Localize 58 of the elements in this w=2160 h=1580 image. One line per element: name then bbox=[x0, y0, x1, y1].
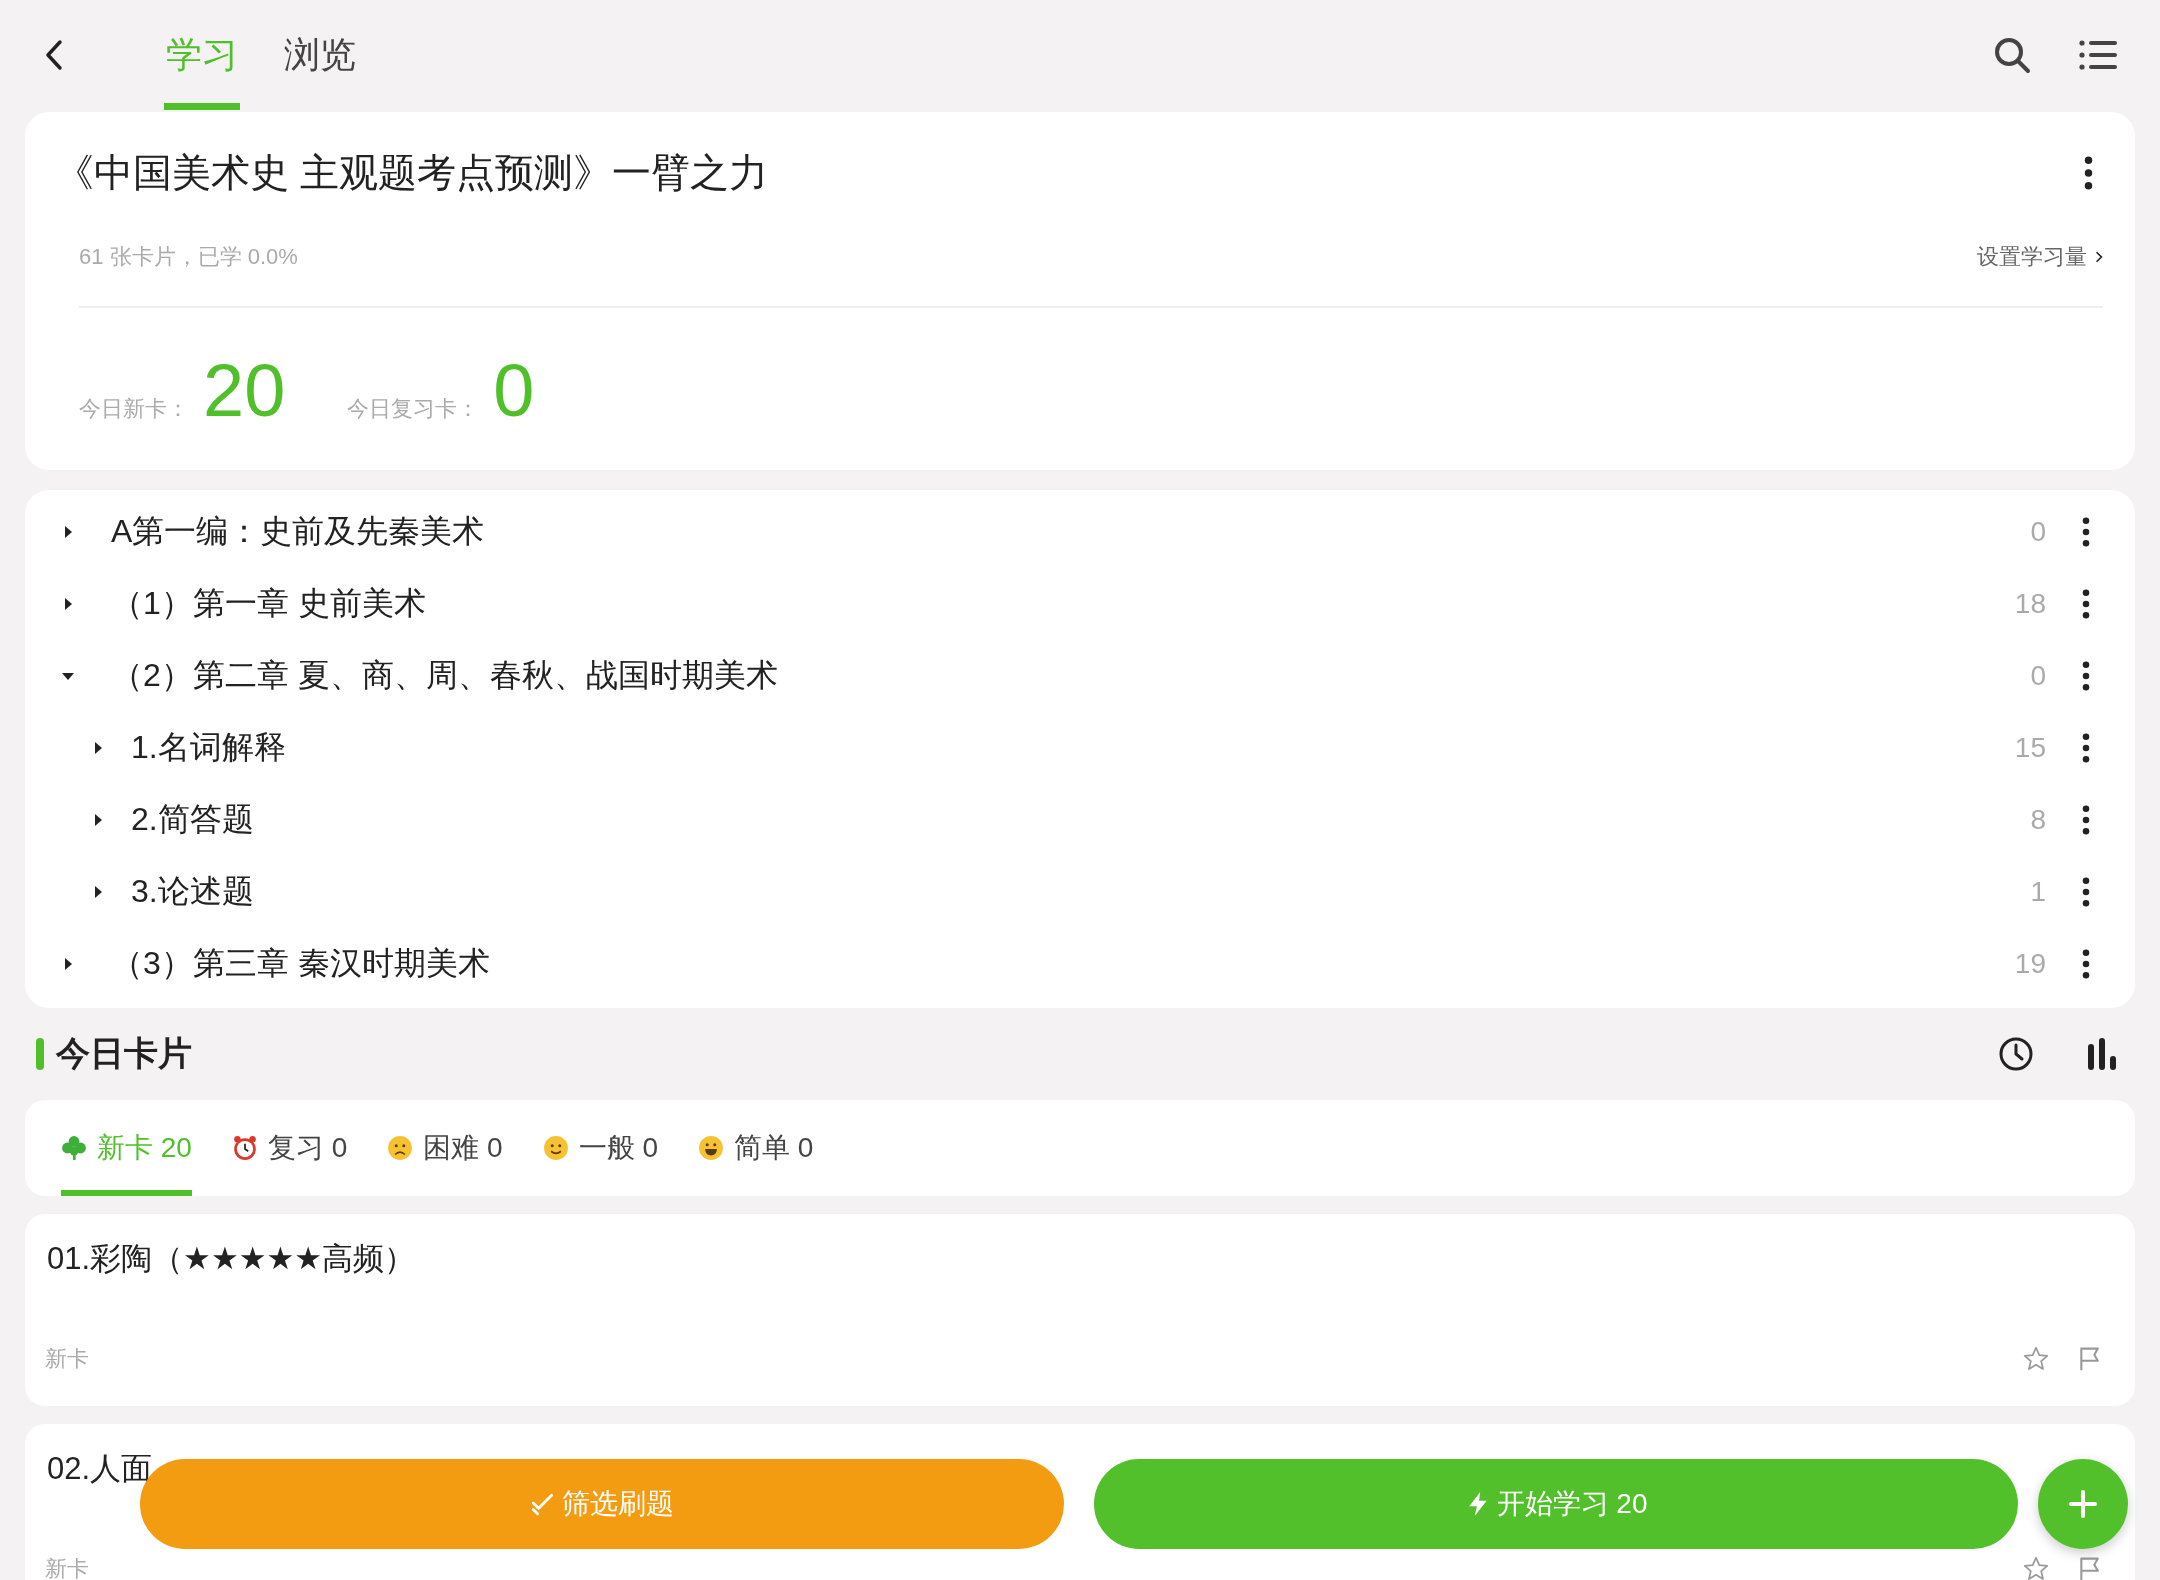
filter-tab[interactable]: 一般 0 bbox=[542, 1100, 658, 1196]
card-status: 新卡 bbox=[45, 1558, 89, 1580]
more-icon[interactable] bbox=[2082, 805, 2090, 835]
stat-label: 今日复习卡： bbox=[347, 395, 480, 423]
deck-summary: 61 张卡片，已学 0.0% bbox=[79, 243, 298, 271]
tree-item[interactable]: 1.名词解释 15 bbox=[25, 712, 2135, 784]
card-status: 新卡 bbox=[45, 1348, 89, 1370]
more-icon[interactable] bbox=[2082, 877, 2090, 907]
plus-icon bbox=[2068, 1489, 2098, 1519]
tree-item[interactable]: （3）第三章 秦汉时期美术 19 bbox=[25, 928, 2135, 1000]
tree-item[interactable]: （2）第二章 夏、商、周、春秋、战国时期美术 0 bbox=[25, 640, 2135, 712]
item-count: 8 bbox=[2030, 804, 2046, 836]
tree-item[interactable]: A第一编：史前及先秦美术 0 bbox=[25, 496, 2135, 568]
card-title: 01.彩陶（★★★★★高频） bbox=[46, 1240, 417, 1278]
stat-value: 20 bbox=[203, 348, 286, 433]
item-label: 1.名词解释 bbox=[131, 728, 287, 767]
item-label: 2.简答题 bbox=[131, 800, 255, 839]
clock-icon[interactable] bbox=[1998, 1036, 2034, 1072]
back-icon[interactable] bbox=[44, 39, 64, 71]
nav-tab[interactable]: 浏览 bbox=[282, 0, 358, 110]
stat-value: 0 bbox=[493, 348, 535, 433]
item-label: （2）第二章 夏、商、周、春秋、战国时期美术 bbox=[111, 656, 779, 695]
grin-face-icon bbox=[698, 1135, 724, 1161]
item-count: 0 bbox=[2030, 516, 2046, 548]
check-icon bbox=[530, 1491, 556, 1517]
filter-tab[interactable]: 简单 0 bbox=[698, 1100, 814, 1196]
item-count: 1 bbox=[2030, 876, 2046, 908]
smile-face-icon bbox=[542, 1135, 569, 1161]
item-label: （1）第一章 史前美术 bbox=[111, 584, 427, 623]
more-icon[interactable] bbox=[2082, 589, 2090, 619]
filter-tab[interactable]: 复习 0 bbox=[231, 1100, 348, 1196]
filter-tab[interactable]: 困难 0 bbox=[387, 1100, 503, 1196]
section-title: 今日卡片 bbox=[56, 1033, 192, 1074]
more-icon[interactable] bbox=[2082, 661, 2090, 691]
search-icon[interactable] bbox=[1992, 35, 2032, 75]
item-label: 3.论述题 bbox=[131, 872, 255, 911]
tree-item[interactable]: （1）第一章 史前美术 18 bbox=[25, 568, 2135, 640]
alarm-clock-icon bbox=[231, 1135, 258, 1161]
item-label: A第一编：史前及先秦美术 bbox=[111, 512, 486, 551]
frown-face-icon bbox=[387, 1135, 414, 1161]
more-icon[interactable] bbox=[2082, 733, 2090, 763]
section-marker bbox=[36, 1038, 44, 1070]
star-icon[interactable] bbox=[2023, 1556, 2049, 1580]
tree-item[interactable]: 2.简答题 8 bbox=[25, 784, 2135, 856]
item-label: （3）第三章 秦汉时期美术 bbox=[111, 944, 491, 983]
tree-item[interactable]: 3.论述题 1 bbox=[25, 856, 2135, 928]
item-count: 0 bbox=[2030, 660, 2046, 692]
stat-label: 今日新卡： bbox=[79, 395, 189, 423]
star-icon[interactable] bbox=[2023, 1346, 2049, 1372]
more-icon[interactable] bbox=[2082, 517, 2090, 547]
more-icon[interactable] bbox=[2082, 949, 2090, 979]
item-count: 18 bbox=[2014, 588, 2046, 620]
chevron-icon bbox=[2095, 250, 2103, 264]
settings-link[interactable]: 设置学习量 bbox=[1977, 242, 2103, 272]
clover-icon bbox=[61, 1135, 87, 1161]
item-count: 15 bbox=[2014, 732, 2046, 764]
item-count: 19 bbox=[2014, 948, 2046, 980]
deck-title: 《中国美术史 主观题考点预测》一臂之力 bbox=[55, 150, 768, 196]
